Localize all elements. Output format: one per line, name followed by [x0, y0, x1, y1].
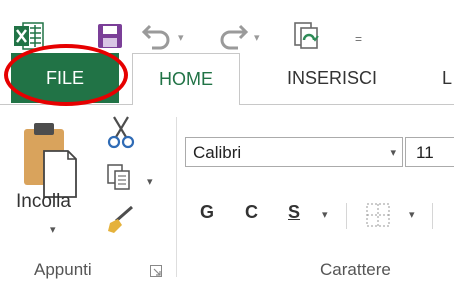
- dialog-launcher-icon[interactable]: [150, 265, 162, 277]
- format-divider-2: [432, 203, 433, 229]
- copy-icon[interactable]: [106, 163, 132, 191]
- undo-icon[interactable]: [140, 20, 174, 50]
- underline-dropdown[interactable]: ▾: [322, 208, 328, 221]
- ribbon-home: ▾ Incolla ▾ Appunti Calibri ▾ 11 G C S ▾…: [0, 104, 454, 287]
- tab-home[interactable]: HOME: [132, 53, 240, 105]
- font-size-value: 11: [416, 143, 434, 162]
- new-document-icon[interactable]: [292, 20, 322, 50]
- tab-insert-label: INSERISCI: [286, 67, 378, 88]
- copy-dropdown[interactable]: ▾: [147, 175, 153, 188]
- format-divider: [346, 203, 347, 229]
- redo-icon[interactable]: [216, 20, 250, 50]
- italic-button[interactable]: C: [245, 202, 258, 223]
- font-name-combobox[interactable]: Calibri ▾: [185, 137, 403, 167]
- paste-icon[interactable]: [24, 123, 78, 199]
- undo-dropdown[interactable]: ▾: [178, 31, 184, 44]
- quick-access-toolbar: ▾ ▾ =: [0, 0, 454, 50]
- file-tab-highlight-circle: [4, 44, 128, 106]
- borders-dropdown[interactable]: ▾: [409, 208, 415, 221]
- cut-icon[interactable]: [106, 115, 136, 149]
- tab-insert[interactable]: INSERISCI: [262, 53, 402, 103]
- format-painter-icon[interactable]: [106, 205, 136, 235]
- customize-toolbar-icon[interactable]: =: [355, 32, 362, 46]
- font-size-combobox[interactable]: 11: [405, 137, 454, 167]
- tab-next[interactable]: L: [442, 53, 454, 103]
- redo-dropdown[interactable]: ▾: [254, 31, 260, 44]
- paste-dropdown[interactable]: ▾: [50, 223, 56, 236]
- font-group-label: Carattere: [320, 260, 391, 279]
- borders-icon[interactable]: [366, 203, 390, 227]
- paste-label[interactable]: Incolla: [16, 191, 71, 213]
- tab-next-label: L: [442, 67, 453, 88]
- save-icon[interactable]: [96, 22, 124, 50]
- underline-button[interactable]: S: [288, 202, 300, 223]
- clipboard-group-label: Appunti: [34, 260, 92, 279]
- bold-button[interactable]: G: [200, 202, 214, 223]
- font-name-dropdown[interactable]: ▾: [390, 146, 396, 159]
- font-name-value: Calibri: [193, 143, 242, 162]
- group-divider: [176, 117, 177, 277]
- tab-home-label: HOME: [159, 69, 213, 89]
